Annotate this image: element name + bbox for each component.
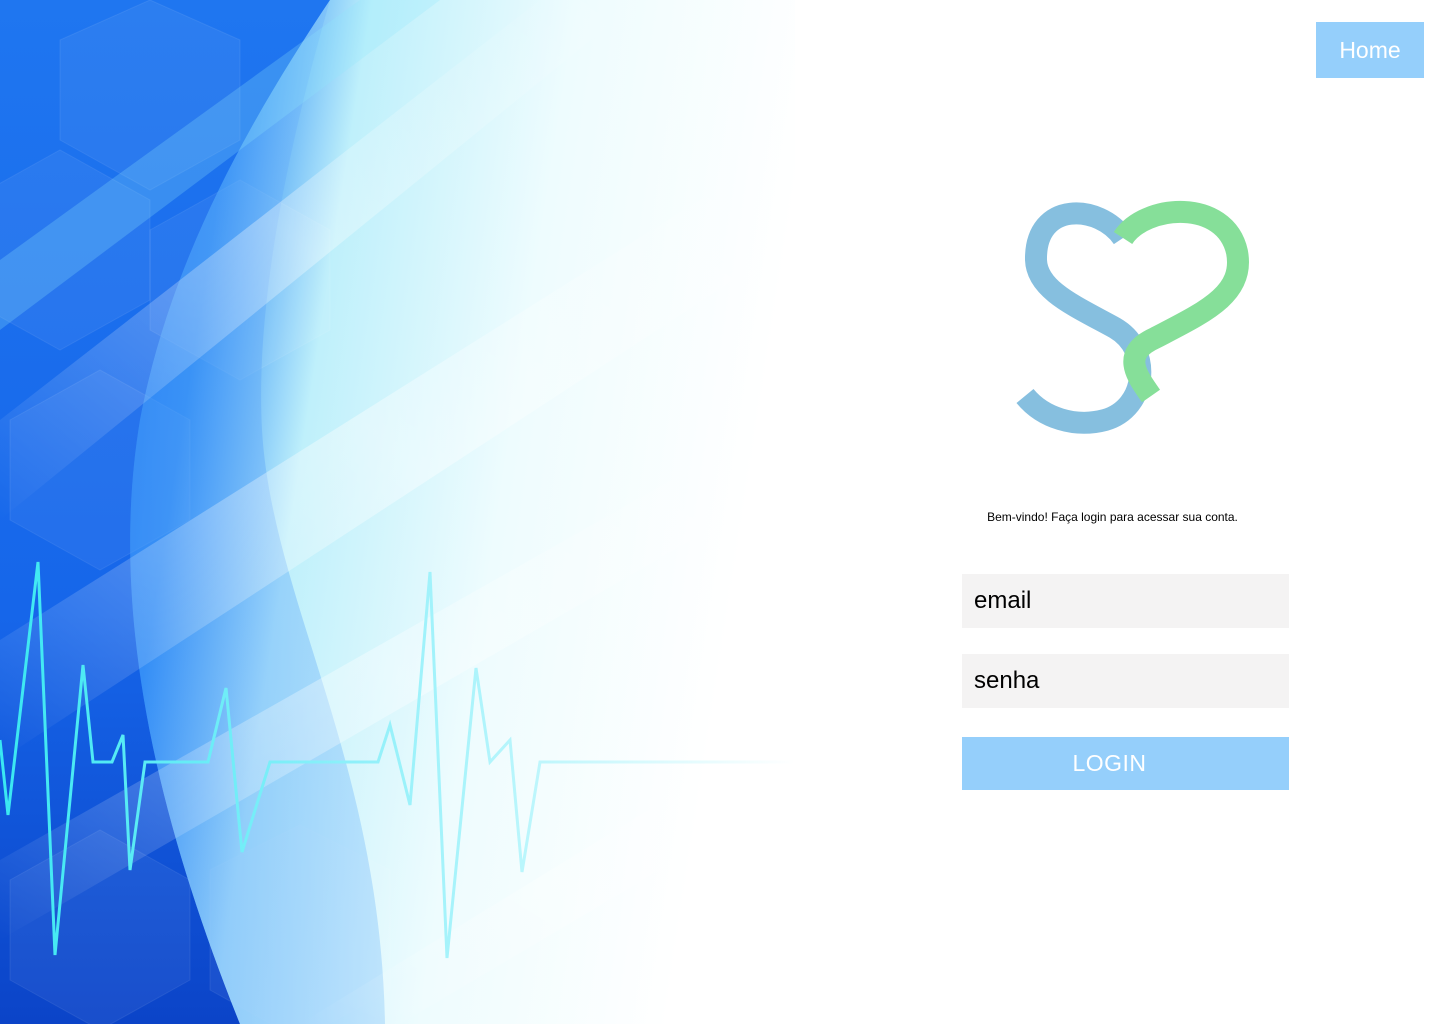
heart-s-logo-icon: [1005, 190, 1265, 450]
password-field[interactable]: [962, 654, 1289, 708]
email-field[interactable]: [962, 574, 1289, 628]
login-page: Home Bem-vindo! Faça login para acessar …: [0, 0, 1440, 1024]
home-button[interactable]: Home: [1316, 22, 1424, 78]
heartbeat-background-image: [0, 0, 795, 1024]
login-panel: Home Bem-vindo! Faça login para acessar …: [795, 0, 1440, 1024]
login-button[interactable]: LOGIN: [962, 737, 1289, 790]
welcome-message: Bem-vindo! Faça login para acessar sua c…: [987, 510, 1238, 524]
login-button-label: LOGIN: [1072, 750, 1147, 776]
